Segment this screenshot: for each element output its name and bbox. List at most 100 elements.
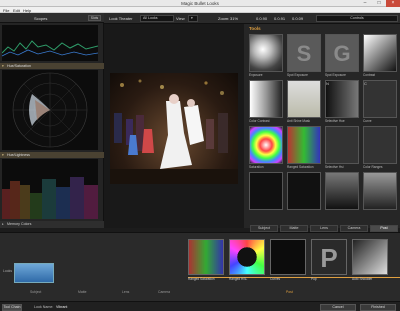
minimize-icon[interactable]: – (358, 0, 372, 7)
post-stack: Ranged Saturation Ranged HSL Curves P Pop Aut… (188, 239, 400, 289)
look-name-value[interactable]: Vibrant (56, 305, 67, 309)
tool-chain-area: Looks Subject Matte Lens Camera Post Ran… (0, 232, 400, 301)
tool-label: Color Ranges (363, 165, 383, 169)
zoom-label: Zoom: (218, 16, 230, 21)
stack-item-label: Ranged Saturation (188, 277, 215, 281)
tool-label: Selective Hue (325, 119, 345, 123)
tool-thumbnail (249, 172, 283, 210)
camera-stage-label: Camera (158, 290, 171, 294)
tool-label: Exposure (249, 73, 263, 77)
tool-tile[interactable]: Saturation (249, 126, 283, 171)
slots-button[interactable]: Slots (88, 15, 101, 21)
look-theater-label: Look Theater (109, 16, 133, 21)
look-theater-select[interactable]: All Looks (140, 15, 174, 22)
scopes-panel: Scopes Slots Hue/Saturation Hue/Lightnes… (0, 13, 104, 228)
zoom-value[interactable]: 31% (230, 16, 238, 21)
tool-tile[interactable]: Ranged Saturation (287, 126, 321, 171)
post-stage-label: Post (286, 290, 293, 294)
tab-post[interactable]: Post (370, 225, 398, 232)
tool-tile[interactable]: Selective Hsi (325, 126, 359, 171)
tool-thumbnail (363, 126, 397, 164)
tool-tile[interactable] (249, 172, 283, 217)
tool-label: Ranged Saturation (287, 165, 314, 169)
maximize-icon[interactable]: □ (372, 0, 386, 7)
tool-tile[interactable]: Anti Shine Mask (287, 80, 321, 125)
tool-thumbnail: G (325, 34, 359, 72)
stack-item[interactable]: Ranged HSL (229, 239, 265, 283)
tool-label: Spot Exposure (287, 73, 308, 77)
looks-label: Looks (3, 269, 13, 273)
tool-thumbnail (325, 126, 359, 164)
status-bar: Tool Chain Look Name: Vibrant Cancel Fin… (0, 301, 400, 311)
cancel-button[interactable]: Cancel (320, 304, 356, 311)
stack-item-label: Ranged HSL (229, 277, 248, 281)
category-tabs: Subject Matte Lens Camera Post (248, 225, 400, 232)
tool-thumbnail: S (287, 34, 321, 72)
view-label: View (176, 16, 185, 21)
close-icon[interactable]: × (386, 0, 400, 7)
tool-tile[interactable]: G Spot Exposure (325, 34, 359, 79)
coord-readout-2: 0.0.91 (274, 16, 286, 21)
tool-label: Spot Exposure (325, 73, 346, 77)
waveform-scope (1, 25, 99, 61)
tool-tile[interactable]: Exposure (249, 34, 283, 79)
tool-thumbnail (287, 126, 321, 164)
scopes-title: Scopes (34, 16, 48, 21)
tool-thumbnail: N (325, 80, 359, 118)
stack-item-thumbnail (270, 239, 306, 275)
looks-preview-strip[interactable] (14, 263, 54, 283)
tool-tile[interactable]: C Curve (363, 80, 397, 125)
tools-header: Tools (249, 26, 261, 31)
stack-item[interactable]: Curves (270, 239, 306, 283)
matte-stage-label: Matte (78, 290, 87, 294)
stack-item-thumbnail (229, 239, 265, 275)
tool-thumbnail (249, 80, 283, 118)
tool-tile[interactable] (287, 172, 321, 217)
title-bar: Magic Bullet Looks – □ × (0, 0, 400, 7)
stack-item[interactable]: Ranged Saturation (188, 239, 224, 283)
hue-saturation-header[interactable]: Hue/Saturation (0, 63, 104, 69)
tool-label: Selective Hsi (325, 165, 344, 169)
stack-item-thumbnail: P (311, 239, 347, 275)
tool-tile[interactable]: N Selective Hue (325, 80, 359, 125)
view-select[interactable]: ▾ (188, 15, 198, 22)
tool-thumbnail: C (363, 80, 397, 118)
memory-colors-header[interactable]: Memory Colors (0, 221, 104, 228)
stack-item[interactable]: Auto Shoulder (352, 239, 388, 283)
scopes-header: Scopes Slots (0, 13, 104, 23)
tool-tile[interactable]: Color Ranges (363, 126, 397, 171)
tab-subject[interactable]: Subject (250, 225, 278, 232)
hue-saturation-scope (2, 70, 98, 150)
lens-stage-label: Lens (122, 290, 130, 294)
tool-thumbnail (249, 34, 283, 72)
finished-button[interactable]: Finished (360, 304, 396, 311)
tool-chain-button[interactable]: Tool Chain (2, 304, 22, 311)
tool-thumbnail (287, 172, 321, 210)
preview-image (110, 73, 238, 184)
stack-item-label: Auto Shoulder (352, 277, 373, 281)
tool-thumbnail (325, 172, 359, 210)
tool-label: Saturation (249, 165, 264, 169)
tool-thumbnail (249, 126, 283, 164)
tool-tile[interactable]: S Spot Exposure (287, 34, 321, 79)
tool-thumbnail (287, 80, 321, 118)
tools-panel: Tools Exposure S Spot Exposure G Spot Exposu… (244, 24, 400, 228)
stack-item-thumbnail (188, 239, 224, 275)
tool-tile[interactable]: Color Contrast (249, 80, 283, 125)
window-title: Magic Bullet Looks (181, 1, 219, 6)
coord-readout-1: 0.0.90 (256, 16, 268, 21)
stack-item[interactable]: P Pop (311, 239, 347, 283)
look-name-label: Look Name: (34, 305, 54, 309)
tool-tile[interactable]: Contrast (363, 34, 397, 79)
tool-tile[interactable] (363, 172, 397, 217)
stack-item-thumbnail (352, 239, 388, 275)
subject-stage-label: Subject (30, 290, 42, 294)
tool-tile[interactable] (325, 172, 359, 217)
stack-item-label: Curves (270, 277, 281, 281)
controls-button[interactable]: Controls (316, 15, 398, 22)
tab-lens[interactable]: Lens (310, 225, 338, 232)
tab-camera[interactable]: Camera (340, 225, 368, 232)
coord-readout-3: 0.0.09 (292, 16, 304, 21)
hue-lightness-header[interactable]: Hue/Lightness (0, 152, 104, 158)
tab-matte[interactable]: Matte (280, 225, 308, 232)
